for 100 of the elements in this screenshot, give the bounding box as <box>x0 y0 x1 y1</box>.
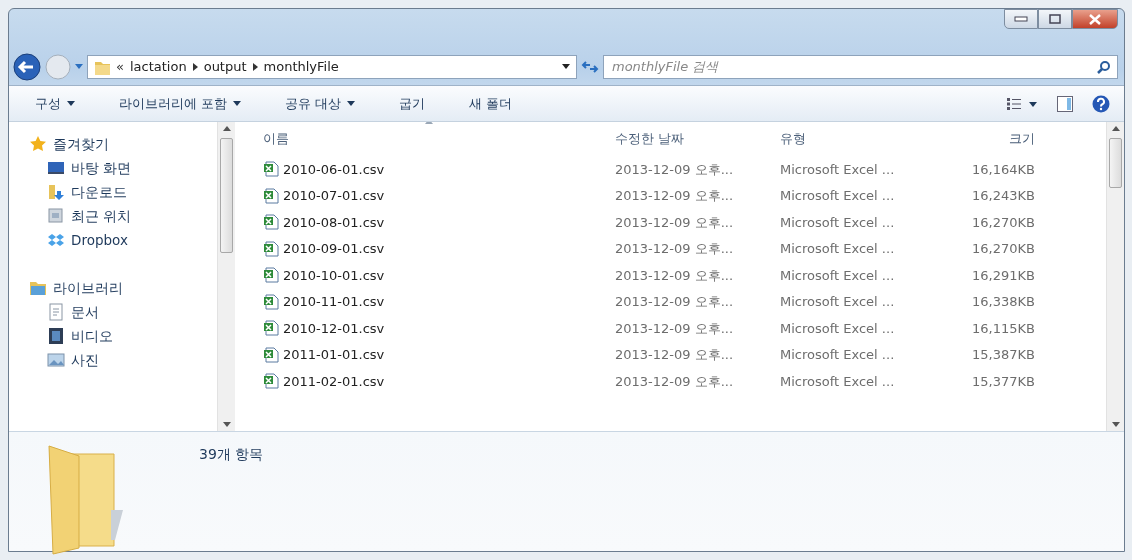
file-name[interactable]: 2010-12-01.csv <box>283 318 385 338</box>
file-size: 16,164KB <box>972 161 1035 177</box>
file-name[interactable]: 2011-02-01.csv <box>283 371 385 391</box>
modified-date: 2013-12-09 오후... <box>615 267 734 283</box>
scroll-down-icon[interactable] <box>1111 422 1120 427</box>
spreadsheet-file-icon <box>263 373 279 390</box>
modified-date: 2013-12-09 오후... <box>615 373 734 389</box>
document-icon <box>47 303 65 321</box>
toolbar-button[interactable]: 공유 대상 <box>273 90 368 117</box>
file-name[interactable]: 2010-08-01.csv <box>283 212 385 232</box>
modified-date: 2013-12-09 오후... <box>615 214 734 230</box>
minimize-button[interactable] <box>1004 9 1038 29</box>
spreadsheet-file-icon <box>263 267 279 284</box>
file-size: 16,115KB <box>972 320 1035 336</box>
help-icon[interactable] <box>1092 94 1110 113</box>
close-icon <box>1089 13 1101 25</box>
column-header[interactable]: 크기 <box>1009 131 1035 147</box>
column-header[interactable]: 이름 <box>263 129 289 149</box>
file-type: Microsoft Excel ... <box>780 294 895 309</box>
breadcrumb[interactable]: output <box>203 57 247 77</box>
spreadsheet-file-icon <box>263 293 279 310</box>
modified-date: 2013-12-09 오후... <box>615 294 734 309</box>
maximize-icon <box>1049 14 1061 24</box>
toolbar-button[interactable]: 새 폴더 <box>457 90 525 117</box>
modified-date: 2013-12-09 오후... <box>615 347 734 362</box>
sidebar-item[interactable]: 다운로드 <box>29 180 133 204</box>
recent-pages-caret-icon[interactable] <box>75 64 83 70</box>
breadcrumb[interactable]: monthlyFile <box>263 57 339 77</box>
view-options-icon[interactable] <box>1007 97 1037 110</box>
file-name[interactable]: 2010-07-01.csv <box>283 186 385 206</box>
picture-icon <box>47 351 65 369</box>
column-header[interactable]: 수정한 날짜 <box>615 131 685 147</box>
recent-places-icon <box>47 207 65 225</box>
search-icon[interactable] <box>1097 60 1111 74</box>
caret-icon <box>233 101 242 106</box>
file-size: 15,377KB <box>972 373 1035 389</box>
toolbar-button[interactable]: 굽기 <box>387 90 438 117</box>
file-type: Microsoft Excel ... <box>780 320 895 336</box>
close-button[interactable] <box>1072 9 1118 29</box>
sidebar-item[interactable]: 비디오 <box>29 324 119 348</box>
file-name[interactable]: 2010-10-01.csv <box>283 265 385 285</box>
toolbar-button[interactable]: 구성 <box>23 90 87 117</box>
scroll-thumb[interactable] <box>1109 138 1122 188</box>
sidebar-item[interactable]: Dropbox <box>29 228 134 252</box>
folder-icon <box>94 59 110 75</box>
file-name[interactable]: 2010-11-01.csv <box>283 292 385 312</box>
file-name[interactable]: 2010-09-01.csv <box>283 239 385 259</box>
sidebar-scrollbar[interactable] <box>217 122 235 431</box>
back-icon[interactable] <box>13 53 41 81</box>
download-icon <box>47 183 65 201</box>
toolbar-button[interactable]: 라이브러리에 포함 <box>107 90 254 117</box>
chevron-icon[interactable] <box>252 63 258 71</box>
breadcrumb[interactable]: lactation <box>129 57 187 77</box>
file-size: 15,387KB <box>972 347 1035 362</box>
spreadsheet-file-icon <box>263 240 279 257</box>
column-header[interactable]: 유형 <box>780 131 806 147</box>
file-type: Microsoft Excel ... <box>780 241 895 256</box>
caret-icon <box>67 101 75 106</box>
refresh-icon[interactable] <box>581 59 599 75</box>
file-name[interactable]: 2010-06-01.csv <box>283 159 385 179</box>
minimize-icon <box>1014 16 1028 22</box>
spreadsheet-file-icon <box>263 214 279 231</box>
file-type: Microsoft Excel ... <box>780 373 895 389</box>
maximize-button[interactable] <box>1038 9 1072 29</box>
sidebar-item[interactable]: 문서 <box>29 300 105 324</box>
file-name[interactable]: 2011-01-01.csv <box>283 345 385 365</box>
file-size: 16,243KB <box>972 188 1035 203</box>
scroll-up-icon[interactable] <box>222 126 231 131</box>
scroll-up-icon[interactable] <box>1111 126 1120 131</box>
spreadsheet-file-icon <box>263 320 279 337</box>
address-bar[interactable]: « lactation output monthlyFile <box>87 55 577 79</box>
library-icon <box>29 279 47 297</box>
desktop-icon <box>47 159 65 177</box>
spreadsheet-file-icon <box>263 187 279 204</box>
dropdown-caret-icon[interactable] <box>562 64 570 70</box>
file-type: Microsoft Excel ... <box>780 347 895 362</box>
file-type: Microsoft Excel ... <box>780 161 895 177</box>
scroll-thumb[interactable] <box>220 138 233 253</box>
sidebar-item[interactable]: 최근 위치 <box>29 204 138 228</box>
spreadsheet-file-icon <box>263 346 279 363</box>
sidebar-group[interactable]: 즐겨찾기 <box>29 132 217 156</box>
film-icon <box>47 327 65 345</box>
sidebar-group[interactable]: 라이브러리 <box>29 276 217 300</box>
modified-date: 2013-12-09 오후... <box>615 241 734 256</box>
chevron-icon[interactable] <box>192 63 198 71</box>
modified-date: 2013-12-09 오후... <box>615 188 734 203</box>
scroll-down-icon[interactable] <box>222 422 231 427</box>
caret-icon <box>347 101 356 106</box>
modified-date: 2013-12-09 오후... <box>615 161 734 177</box>
sidebar-item[interactable]: 바탕 화면 <box>29 156 138 180</box>
sidebar-item[interactable]: 사진 <box>29 348 105 372</box>
item-count: 39개 항목 <box>199 445 264 464</box>
preview-pane-icon[interactable] <box>1056 95 1073 112</box>
file-size: 16,291KB <box>972 267 1035 283</box>
file-type: Microsoft Excel ... <box>780 214 895 230</box>
file-size: 16,270KB <box>972 241 1035 256</box>
file-list-scrollbar[interactable] <box>1106 122 1124 431</box>
file-size: 16,338KB <box>972 294 1035 309</box>
breadcrumb-overflow[interactable]: « <box>116 57 124 77</box>
spreadsheet-file-icon <box>263 161 279 178</box>
